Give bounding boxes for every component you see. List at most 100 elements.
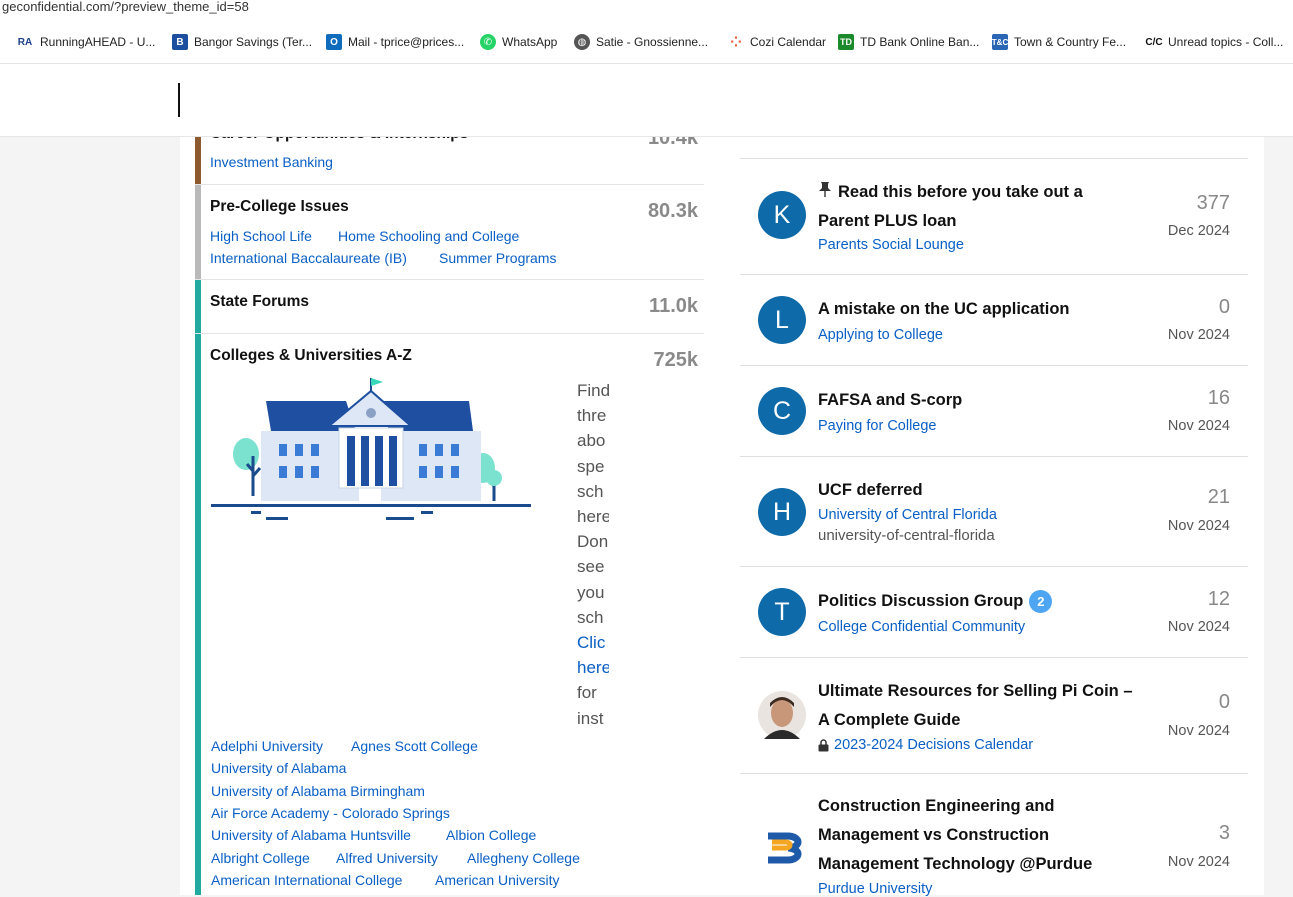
topic-category[interactable]: 2023-2024 Decisions Calendar: [834, 737, 1033, 753]
user-avatar[interactable]: T: [758, 588, 806, 636]
description-line: inst: [577, 708, 604, 728]
college-link[interactable]: American International College: [211, 872, 402, 888]
subcategory-link[interactable]: Summer Programs: [439, 250, 556, 266]
url-text: geconfidential.com/?preview_theme_id=58: [2, 0, 249, 14]
topic-tag[interactable]: university-of-central-florida: [818, 527, 995, 544]
search-icon[interactable]: [1120, 84, 1154, 118]
topic-title[interactable]: A mistake on the UC application: [818, 295, 1138, 324]
category-pre-college-issues[interactable]: Pre-College Issues 80.3k High School Lif…: [195, 185, 704, 280]
user-avatar[interactable]: H: [758, 488, 806, 536]
notification-badge[interactable]: 1: [1244, 74, 1265, 95]
hamburger-menu-icon[interactable]: [1174, 84, 1204, 118]
topic-title-wrap: Politics Discussion Group 2: [818, 587, 1138, 616]
college-link[interactable]: Albright College: [211, 850, 310, 866]
activity-date[interactable]: Nov 2024: [1168, 327, 1230, 343]
bookmark-bangor-savings[interactable]: B Bangor Savings (Ter...: [172, 34, 312, 50]
bookmark-label: Satie - Gnossienne...: [596, 35, 709, 49]
topic-category[interactable]: Applying to College: [818, 327, 943, 343]
category-title[interactable]: Colleges & Universities A-Z: [210, 347, 412, 365]
activity-date[interactable]: Nov 2024: [1168, 418, 1230, 434]
bookmark-label: TD Bank Online Ban...: [860, 35, 980, 49]
description-line: Find: [577, 381, 609, 400]
topic-title[interactable]: Read this before you take out a Parent P…: [818, 178, 1138, 236]
topic-row[interactable]: L A mistake on the UC application Applyi…: [740, 275, 1248, 366]
bookmark-town-country[interactable]: T&C Town & Country Fe...: [992, 34, 1126, 50]
bookmark-whatsapp[interactable]: ✆ WhatsApp: [480, 34, 557, 50]
activity-date[interactable]: Dec 2024: [1168, 223, 1230, 239]
college-link[interactable]: Adelphi University: [211, 738, 323, 754]
college-link[interactable]: Air Force Academy - Colorado Springs: [211, 805, 450, 821]
category-title[interactable]: Pre-College Issues: [210, 198, 349, 216]
address-bar[interactable]: geconfidential.com/?preview_theme_id=58: [0, 0, 1293, 22]
activity-date[interactable]: Nov 2024: [1168, 619, 1230, 635]
college-link[interactable]: Agnes Scott College: [351, 738, 478, 754]
topic-category[interactable]: University of Central Florida: [818, 507, 997, 523]
topic-row[interactable]: K Read this before you take out a Parent…: [740, 159, 1248, 275]
user-avatar[interactable]: L: [758, 296, 806, 344]
topic-category[interactable]: College Confidential Community: [818, 619, 1025, 635]
activity-date[interactable]: Nov 2024: [1168, 723, 1230, 739]
college-link[interactable]: University of Alabama: [211, 760, 346, 776]
purdue-avatar-logo[interactable]: [758, 824, 806, 872]
category-count: 725k: [653, 349, 699, 371]
category-state-forums[interactable]: State Forums 11.0k: [195, 280, 704, 334]
user-avatar[interactable]: K: [758, 191, 806, 239]
topic-row[interactable]: T Politics Discussion Group 2 College Con…: [740, 567, 1248, 658]
nav-resources[interactable]: Resources: [599, 90, 698, 107]
activity-date[interactable]: Nov 2024: [1168, 518, 1230, 534]
activity-date[interactable]: Nov 2024: [1168, 854, 1230, 870]
unread-badge[interactable]: 2: [1029, 590, 1053, 614]
topic-category[interactable]: Paying for College: [818, 418, 937, 434]
site-logo[interactable]: [178, 83, 236, 117]
nav-paying-for-college[interactable]: Paying for College: [722, 90, 876, 107]
bookmark-cozi[interactable]: ⁘ Cozi Calendar: [728, 34, 826, 50]
subcategory-link[interactable]: Home Schooling and College: [338, 228, 519, 244]
subcategory-link[interactable]: Investment Banking: [210, 154, 333, 170]
description-line: see: [577, 557, 605, 577]
outlook-icon: O: [326, 34, 342, 50]
college-link[interactable]: Alfred University: [336, 850, 438, 866]
topic-title[interactable]: Construction Engineering and Management …: [818, 792, 1118, 879]
nav-colleges-lists[interactable]: Colleges & Lists: [437, 90, 576, 107]
topic-title[interactable]: UCF deferred: [818, 476, 1138, 505]
college-link[interactable]: Allegheny College: [467, 850, 580, 866]
bookmark-mail[interactable]: O Mail - tprice@prices...: [326, 34, 464, 50]
subcategory-link[interactable]: International Baccalaureate (IB): [210, 250, 407, 266]
subcategory-link[interactable]: High School Life: [210, 228, 312, 244]
bookmark-unread-topics[interactable]: C/C Unread topics - Coll...: [1145, 34, 1283, 50]
description-line: thre: [577, 406, 607, 426]
chevron-down-icon: [687, 95, 698, 102]
bangor-savings-icon: B: [172, 34, 188, 50]
college-link[interactable]: Albion College: [446, 827, 536, 843]
bookmark-runningahead[interactable]: RA RunningAHEAD - U...: [16, 34, 156, 50]
topic-category[interactable]: Parents Social Lounge: [818, 237, 964, 253]
nav-community[interactable]: Community: [306, 90, 411, 107]
topic-row[interactable]: Construction Engineering and Management …: [740, 774, 1248, 897]
topic-row[interactable]: H UCF deferred University of Central Flo…: [740, 457, 1248, 567]
bookmark-label: RunningAHEAD - U...: [40, 35, 156, 49]
topic-title[interactable]: FAFSA and S-corp: [818, 386, 1138, 415]
description-line: Don: [577, 532, 609, 552]
reply-count: 0: [1218, 691, 1230, 713]
college-link[interactable]: American University: [435, 872, 559, 888]
college-link[interactable]: University of Alabama Birmingham: [211, 783, 425, 799]
topic-row[interactable]: C FAFSA and S-corp Paying for College 16…: [740, 366, 1248, 457]
globe-icon: ◍: [574, 34, 590, 50]
bookmark-label: Town & Country Fe...: [1014, 35, 1127, 49]
topic-row[interactable]: Ultimate Resources for Selling Pi Coin –…: [740, 658, 1248, 774]
description-line: you: [577, 582, 605, 602]
category-career-opportunities[interactable]: Career Opportunities & Internships 10.4k…: [195, 125, 704, 185]
user-avatar[interactable]: C: [758, 387, 806, 435]
category-title[interactable]: State Forums: [210, 293, 309, 311]
college-link[interactable]: University of Alabama Huntsville: [211, 827, 411, 843]
user-avatar-photo[interactable]: [758, 691, 806, 739]
click-here-link[interactable]: here: [577, 655, 609, 680]
click-here-link[interactable]: Clic: [577, 630, 609, 655]
bookmark-td-bank[interactable]: TD TD Bank Online Ban...: [838, 34, 979, 50]
category-title[interactable]: Career Opportunities & Internships: [210, 125, 468, 143]
bookmark-satie[interactable]: ◍ Satie - Gnossienne...: [574, 34, 708, 50]
bookmark-label: WhatsApp: [502, 35, 558, 49]
topic-title[interactable]: Ultimate Resources for Selling Pi Coin –…: [818, 677, 1138, 735]
category-count: 11.0k: [649, 295, 698, 317]
topic-title[interactable]: Politics Discussion Group: [818, 592, 1023, 610]
